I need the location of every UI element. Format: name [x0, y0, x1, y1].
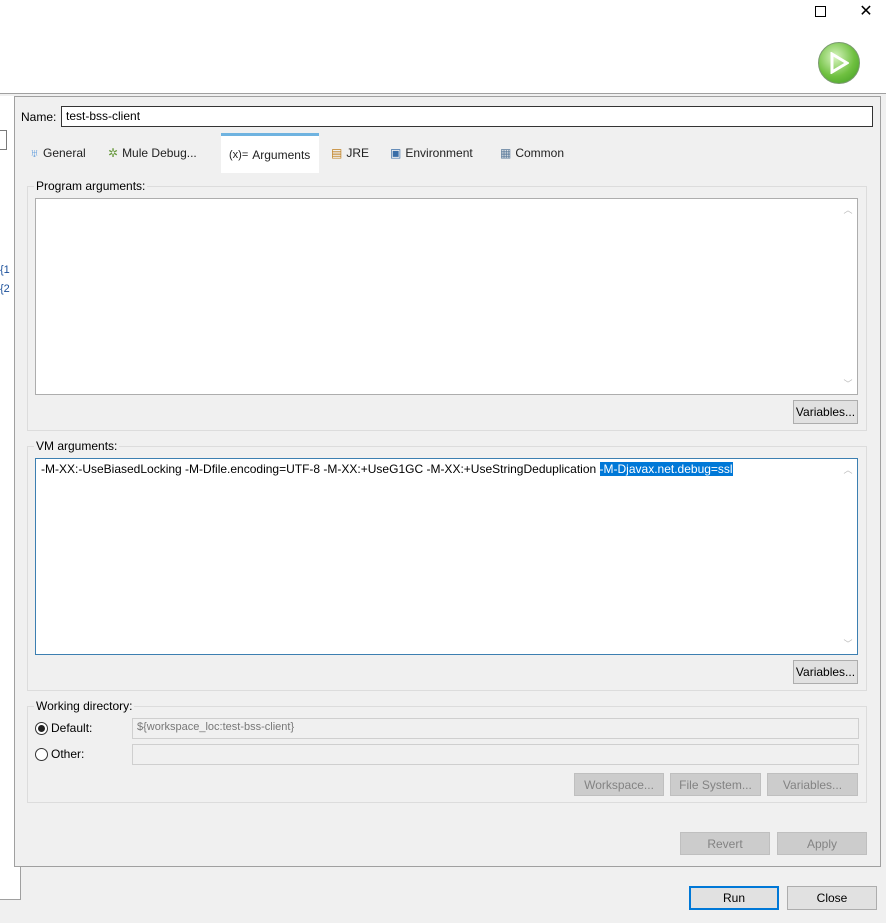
- other-radio[interactable]: Other:: [35, 747, 84, 761]
- working-variables-button[interactable]: Variables...: [767, 773, 858, 796]
- revert-button[interactable]: Revert: [680, 832, 770, 855]
- common-icon: ▦: [500, 146, 512, 160]
- scroll-down-icon: ﹀: [843, 379, 853, 389]
- list-fragment[interactable]: {2: [0, 283, 10, 295]
- tab-jre[interactable]: ▤ JRE: [323, 133, 377, 173]
- tab-general[interactable]: ♅ General: [22, 133, 94, 173]
- run-button[interactable]: Run: [689, 886, 779, 910]
- program-arguments-label: Program arguments:: [34, 179, 148, 193]
- other-directory-field[interactable]: [132, 744, 859, 765]
- close-window-button[interactable]: ✕: [851, 0, 881, 22]
- list-fragment[interactable]: {1: [0, 264, 10, 276]
- library-icon: ▤: [331, 146, 343, 160]
- mule-icon: ♅: [30, 146, 39, 160]
- selected-text: -M-Djavax.net.debug=ssl: [599, 462, 733, 476]
- variable-icon: (x)=: [229, 148, 249, 161]
- default-radio[interactable]: Default:: [35, 721, 92, 735]
- tab-common[interactable]: ▦ Common: [492, 133, 572, 173]
- tab-arguments[interactable]: (x)= Arguments: [221, 133, 319, 173]
- scroll-down-icon: ﹀: [843, 639, 853, 649]
- default-directory-field: ${workspace_loc:test-bss-client}: [132, 718, 859, 739]
- maximize-button[interactable]: [805, 0, 835, 22]
- tab-environment[interactable]: ▣ Environment: [382, 133, 481, 173]
- vm-arguments-scrollbar[interactable]: ︿ ﹀: [840, 459, 856, 654]
- working-directory-label: Working directory:: [34, 699, 135, 713]
- vm-arguments-label: VM arguments:: [34, 439, 120, 453]
- dialog-header: ✕: [0, 0, 886, 94]
- program-variables-button[interactable]: Variables...: [793, 400, 858, 424]
- program-arguments-textarea[interactable]: [35, 198, 858, 395]
- name-label: Name:: [21, 110, 57, 124]
- scroll-up-icon: ︿: [843, 465, 853, 475]
- filter-input[interactable]: [0, 130, 7, 150]
- name-input[interactable]: test-bss-client: [61, 106, 873, 127]
- tab-mule-debug[interactable]: ✲ Mule Debug...: [100, 133, 205, 173]
- square-icon: [814, 5, 826, 17]
- x-icon: ✕: [859, 3, 873, 20]
- apply-button[interactable]: Apply: [777, 832, 867, 855]
- vm-variables-button[interactable]: Variables...: [793, 660, 858, 684]
- environment-icon: ▣: [390, 146, 402, 160]
- program-arguments-scrollbar[interactable]: ︿ ﹀: [840, 199, 856, 394]
- workspace-button[interactable]: Workspace...: [574, 773, 664, 796]
- file-system-button[interactable]: File System...: [670, 773, 761, 796]
- vm-arguments-textarea[interactable]: -M-XX:-UseBiasedLocking -M-Dfile.encodin…: [35, 458, 858, 655]
- close-button[interactable]: Close: [787, 886, 877, 910]
- scroll-up-icon: ︿: [843, 205, 853, 215]
- green-play-icon: [818, 42, 860, 84]
- bug-icon: ✲: [108, 146, 119, 160]
